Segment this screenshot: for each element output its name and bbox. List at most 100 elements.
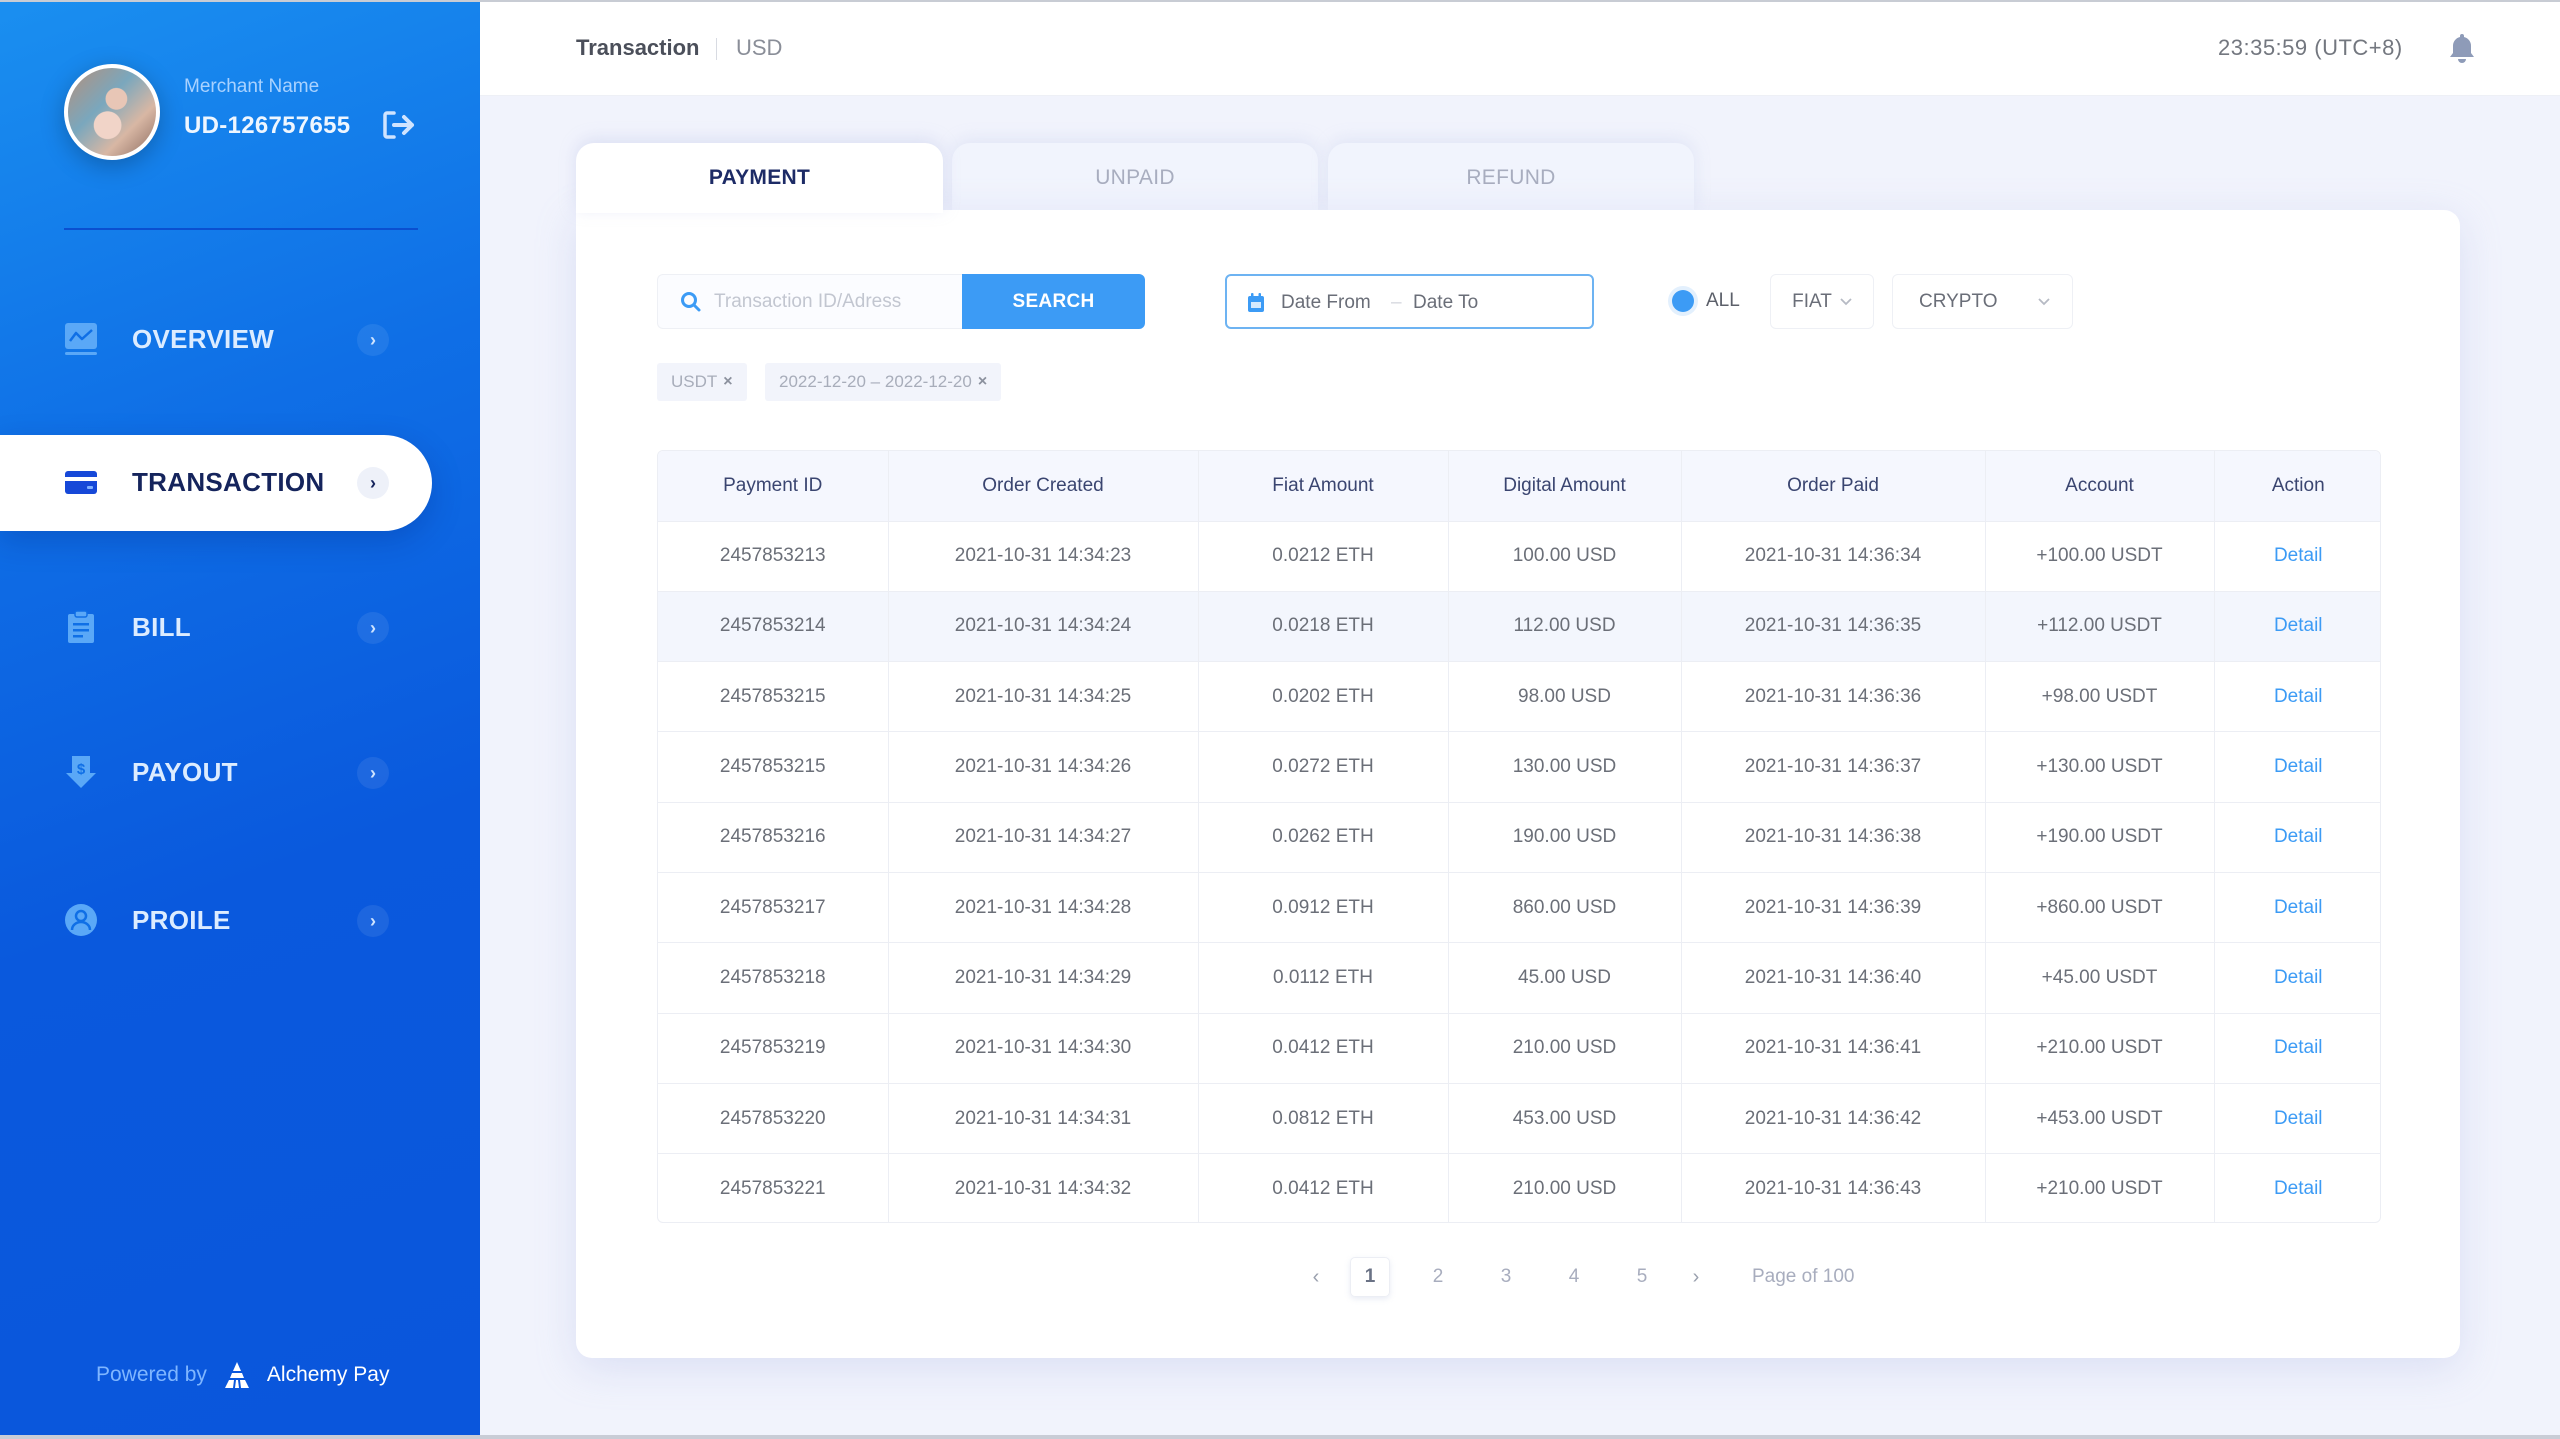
table-row[interactable]: 2457853220 2021-10-31 14:34:31 0.0812 ETH 4… — [658, 1083, 2380, 1155]
column-header-action[interactable]: Action — [2214, 451, 2380, 522]
close-icon[interactable]: × — [978, 373, 987, 391]
column-header-order-paid[interactable]: Order Paid — [1681, 451, 1986, 522]
cell-order-paid: 2021-10-31 14:36:42 — [1681, 1083, 1986, 1155]
table-row[interactable]: 2457853216 2021-10-31 14:34:27 0.0262 ETH 1… — [658, 802, 2380, 873]
table-row[interactable]: 2457853219 2021-10-31 14:34:30 0.0412 ETH 2… — [658, 1013, 2380, 1084]
sidebar-item-profile[interactable]: PROILE › — [0, 873, 432, 969]
tab-refund[interactable]: REFUND — [1328, 143, 1694, 213]
cell-order-created: 2021-10-31 14:34:27 — [888, 802, 1199, 873]
cell-fiat-amount: 0.0112 ETH — [1198, 942, 1449, 1014]
cell-fiat-amount: 0.0412 ETH — [1198, 1153, 1449, 1222]
cell-action: Detail — [2214, 1013, 2380, 1084]
tab-payment[interactable]: PAYMENT — [576, 143, 943, 213]
column-header-digital-amount[interactable]: Digital Amount — [1448, 451, 1682, 522]
user-circle-icon — [65, 904, 97, 936]
sidebar-item-bill[interactable]: BILL › — [0, 580, 432, 676]
table-row[interactable]: 2457853214 2021-10-31 14:34:24 0.0218 ETH 1… — [658, 591, 2380, 663]
column-header-payment-id[interactable]: Payment ID — [658, 451, 889, 522]
detail-link[interactable]: Detail — [2274, 967, 2323, 988]
detail-link[interactable]: Detail — [2274, 686, 2323, 707]
bell-icon[interactable] — [2448, 32, 2476, 64]
cell-action: Detail — [2214, 942, 2380, 1014]
cell-payment-id: 2457853220 — [658, 1083, 889, 1155]
clock-readout: 23:35:59 (UTC+8) — [2218, 35, 2403, 60]
pagination: ‹ 1 2 3 4 5 › Page of 100 — [1296, 1256, 1854, 1298]
cell-order-created: 2021-10-31 14:34:31 — [888, 1083, 1199, 1155]
cell-payment-id: 2457853216 — [658, 802, 889, 873]
table-row[interactable]: 2457853213 2021-10-31 14:34:23 0.0212 ETH 1… — [658, 521, 2380, 592]
search-field — [657, 274, 962, 329]
table-header-row: Payment ID Order Created Fiat Amount Digita… — [658, 451, 2380, 522]
detail-link[interactable]: Detail — [2274, 1108, 2323, 1129]
column-header-account[interactable]: Account — [1985, 451, 2215, 522]
cell-account: +453.00 USDT — [1985, 1083, 2215, 1155]
cell-order-created: 2021-10-31 14:34:23 — [888, 521, 1199, 592]
column-header-fiat-amount[interactable]: Fiat Amount — [1198, 451, 1449, 522]
cell-digital-amount: 860.00 USD — [1448, 872, 1682, 944]
sidebar-item-label: OVERVIEW — [132, 324, 275, 354]
page-button[interactable]: 5 — [1622, 1257, 1662, 1297]
sidebar-item-overview[interactable]: OVERVIEW › — [0, 292, 432, 388]
powered-by-label: Powered by — [96, 1363, 207, 1386]
sidebar-item-label: PAYOUT — [132, 757, 238, 787]
tab-unpaid[interactable]: UNPAID — [952, 143, 1318, 213]
sidebar-item-transaction[interactable]: TRANSACTION › — [0, 435, 432, 531]
page-button[interactable]: 2 — [1418, 1257, 1458, 1297]
table-row[interactable]: 2457853218 2021-10-31 14:34:29 0.0112 ETH 4… — [658, 942, 2380, 1014]
detail-link[interactable]: Detail — [2274, 545, 2323, 566]
table-row[interactable]: 2457853221 2021-10-31 14:34:32 0.0412 ETH 2… — [658, 1153, 2380, 1222]
cell-account: +860.00 USDT — [1985, 872, 2215, 944]
cell-payment-id: 2457853214 — [658, 591, 889, 663]
date-range-picker[interactable]: Date From – Date To — [1225, 274, 1594, 329]
cell-account: +100.00 USDT — [1985, 521, 2215, 592]
avatar[interactable] — [64, 64, 160, 160]
cell-fiat-amount: 0.0212 ETH — [1198, 521, 1449, 592]
next-page-button[interactable]: › — [1676, 1256, 1716, 1298]
radio-all[interactable]: ALL — [1672, 290, 1740, 312]
cell-digital-amount: 112.00 USD — [1448, 591, 1682, 663]
page-button[interactable]: 1 — [1350, 1257, 1390, 1297]
search-input[interactable] — [714, 275, 959, 328]
page-button[interactable]: 4 — [1554, 1257, 1594, 1297]
sidebar-item-label: BILL — [132, 612, 191, 642]
sidebar: Merchant Name UD-126757655 OVERVIEW › TR… — [0, 0, 480, 1439]
cell-account: +98.00 USDT — [1985, 661, 2215, 733]
cell-payment-id: 2457853215 — [658, 731, 889, 803]
fiat-select[interactable]: FIAT — [1770, 274, 1874, 329]
table-row[interactable]: 2457853215 2021-10-31 14:34:26 0.0272 ETH 1… — [658, 731, 2380, 803]
cell-order-paid: 2021-10-31 14:36:41 — [1681, 1013, 1986, 1084]
cell-payment-id: 2457853217 — [658, 872, 889, 944]
svg-text:$: $ — [77, 761, 86, 778]
column-header-order-created[interactable]: Order Created — [888, 451, 1199, 522]
search-button[interactable]: SEARCH — [962, 274, 1145, 329]
transactions-card: SEARCH Date From – Date To ALL FIAT CRYP… — [576, 210, 2460, 1358]
sidebar-item-label: PROILE — [132, 905, 231, 935]
date-from: Date From — [1281, 292, 1371, 313]
detail-link[interactable]: Detail — [2274, 897, 2323, 918]
cell-order-paid: 2021-10-31 14:36:36 — [1681, 661, 1986, 733]
dollar-down-icon: $ — [66, 756, 96, 788]
radio-selected-icon — [1672, 290, 1694, 312]
cell-digital-amount: 45.00 USD — [1448, 942, 1682, 1014]
table-row[interactable]: 2457853215 2021-10-31 14:34:25 0.0202 ETH 9… — [658, 661, 2380, 733]
cell-order-created: 2021-10-31 14:34:29 — [888, 942, 1199, 1014]
detail-link[interactable]: Detail — [2274, 1178, 2323, 1199]
fiat-select-value: FIAT — [1792, 290, 1832, 312]
date-to: Date To — [1413, 292, 1479, 313]
table-row[interactable]: 2457853217 2021-10-31 14:34:28 0.0912 ETH 8… — [658, 872, 2380, 944]
cell-action: Detail — [2214, 802, 2380, 873]
detail-link[interactable]: Detail — [2274, 826, 2323, 847]
detail-link[interactable]: Detail — [2274, 615, 2323, 636]
page-info: Page of 100 — [1752, 1266, 1855, 1287]
cell-action: Detail — [2214, 661, 2380, 733]
radio-all-label: ALL — [1706, 290, 1740, 311]
crypto-select[interactable]: CRYPTO — [1892, 274, 2073, 329]
page-button[interactable]: 3 — [1486, 1257, 1526, 1297]
prev-page-button[interactable]: ‹ — [1296, 1256, 1336, 1298]
detail-link[interactable]: Detail — [2274, 756, 2323, 777]
close-icon[interactable]: × — [723, 373, 732, 391]
detail-link[interactable]: Detail — [2274, 1037, 2323, 1058]
brand-name: Alchemy Pay — [266, 1363, 390, 1386]
logout-icon[interactable] — [382, 110, 418, 140]
sidebar-item-payout[interactable]: $ PAYOUT › — [0, 725, 432, 821]
